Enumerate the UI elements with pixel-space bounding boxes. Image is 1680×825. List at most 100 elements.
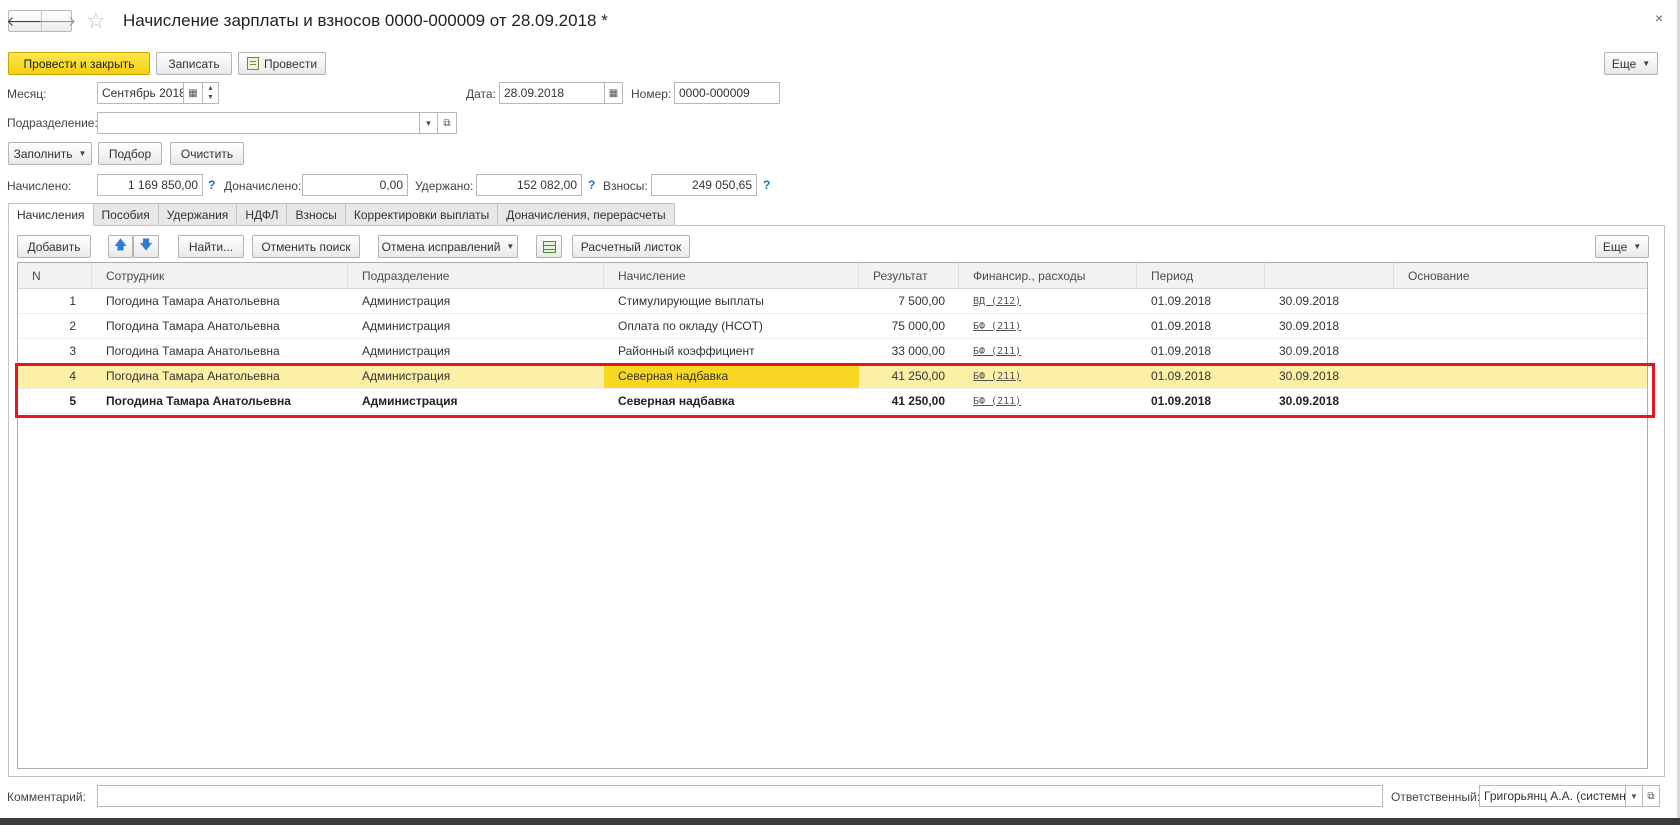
period-from-cell: 01.09.2018: [1151, 319, 1212, 333]
contrib-value: 249 050,65: [651, 174, 757, 196]
move-up-icon[interactable]: 🡅: [108, 235, 133, 258]
move-down-icon[interactable]: 🡇: [133, 235, 159, 258]
contrib-help-icon[interactable]: ?: [763, 178, 770, 192]
basis-cell: [1394, 389, 1649, 413]
more-actions-button[interactable]: Еще ▼: [1604, 52, 1658, 75]
accrual-cell: Северная надбавка: [618, 394, 735, 408]
withheld-label: Удержано:: [415, 179, 474, 193]
column-header-period[interactable]: Период: [1137, 263, 1265, 289]
tab-contributions[interactable]: Взносы: [287, 203, 346, 226]
column-header-employee[interactable]: Сотрудник: [92, 263, 348, 289]
responsible-field[interactable]: Григорьянц А.А. (системн: [1479, 785, 1626, 807]
department-cell: Администрация: [362, 319, 451, 333]
responsible-label: Ответственный:: [1391, 790, 1481, 804]
month-field[interactable]: Сентябрь 2018: [97, 82, 184, 104]
open-link-icon[interactable]: ⧉: [437, 112, 457, 134]
tab-payment-corrections[interactable]: Корректировки выплаты: [345, 203, 499, 226]
save-button[interactable]: Записать: [156, 52, 232, 75]
accrual-cell-active[interactable]: Северная надбавка: [604, 364, 859, 388]
chevron-down-icon: ▼: [1633, 242, 1642, 251]
month-stepper[interactable]: ▲ ▼: [202, 82, 219, 104]
accrual-cell: Стимулирующие выплаты: [618, 294, 764, 308]
employee-cell: Погодина Тамара Анатольевна: [106, 394, 291, 408]
withheld-help-icon[interactable]: ?: [588, 178, 595, 192]
column-header-department[interactable]: Подразделение: [348, 263, 604, 289]
finance-link[interactable]: ВД (212): [973, 296, 1021, 307]
forward-arrow-icon[interactable]: 🡒: [39, 11, 76, 31]
comment-field[interactable]: [97, 785, 1383, 807]
cancel-corrections-label: Отмена исправлений: [381, 239, 501, 254]
table-more-label: Еще: [1602, 239, 1628, 254]
chevron-down-icon: ▼: [1642, 59, 1651, 68]
employee-cell: Погодина Тамара Анатольевна: [106, 369, 280, 383]
table-row[interactable]: 2 Погодина Тамара Анатольевна Администра…: [18, 314, 1647, 339]
fill-label: Заполнить: [13, 146, 73, 161]
chevron-down-icon: ▼: [78, 149, 87, 158]
withheld-value: 152 082,00: [476, 174, 582, 196]
close-icon[interactable]: ×: [1655, 10, 1663, 26]
column-header-n[interactable]: N: [18, 263, 92, 289]
row-number: 4: [69, 369, 76, 383]
department-dropdown-icon[interactable]: ▼: [419, 112, 438, 134]
finance-link[interactable]: БФ (211): [973, 346, 1021, 357]
column-header-basis[interactable]: Основание: [1394, 263, 1649, 289]
basis-cell: [1394, 314, 1649, 338]
clear-button[interactable]: Очистить: [170, 142, 244, 165]
post-doc-icon: [246, 57, 259, 70]
row-number: 1: [69, 294, 76, 308]
accrued-help-icon[interactable]: ?: [208, 178, 215, 192]
calendar-icon[interactable]: ▦: [183, 82, 203, 104]
accruals-table[interactable]: N Сотрудник Подразделение Начисление Рез…: [17, 262, 1648, 769]
post-and-close-button[interactable]: Провести и закрыть: [8, 52, 150, 75]
tab-recalculations[interactable]: Доначисления, перерасчеты: [498, 203, 675, 226]
date-calendar-icon[interactable]: ▦: [604, 82, 623, 104]
post-button[interactable]: Провести: [238, 52, 326, 75]
column-header-finance[interactable]: Финансир., расходы: [959, 263, 1137, 289]
result-cell: 75 000,00: [891, 319, 945, 333]
cancel-search-button[interactable]: Отменить поиск: [252, 235, 360, 258]
basis-cell: [1394, 339, 1649, 363]
department-label: Подразделение:: [7, 116, 98, 130]
period-to-cell: 30.09.2018: [1279, 369, 1340, 383]
finance-link[interactable]: БФ (211): [973, 396, 1021, 407]
back-arrow-icon[interactable]: 🡐: [6, 11, 44, 31]
date-label: Дата:: [466, 87, 496, 101]
department-field[interactable]: [97, 112, 420, 134]
table-row[interactable]: 3 Погодина Тамара Анатольевна Администра…: [18, 339, 1647, 364]
tab-ndfl[interactable]: НДФЛ: [237, 203, 288, 226]
table-row-new[interactable]: 5 Погодина Тамара Анатольевна Администра…: [18, 389, 1647, 414]
number-field[interactable]: 0000-000009: [674, 82, 780, 104]
responsible-dropdown-icon[interactable]: ▼: [1625, 785, 1643, 807]
history-nav: 🡐 🡒: [6, 10, 76, 32]
table-row-selected[interactable]: 4 Погодина Тамара Анатольевна Администра…: [18, 364, 1647, 389]
table-row[interactable]: 1 Погодина Тамара Анатольевна Администра…: [18, 289, 1647, 314]
payslip-button[interactable]: Расчетный листок: [572, 235, 690, 258]
column-header-period-end[interactable]: [1265, 263, 1394, 289]
table-more-button[interactable]: Еще ▼: [1595, 235, 1649, 258]
department-cell: Администрация: [362, 344, 451, 358]
tab-deductions[interactable]: Удержания: [158, 203, 238, 226]
favorite-star-icon[interactable]: ☆: [86, 9, 106, 33]
date-field[interactable]: 28.09.2018: [499, 82, 605, 104]
column-header-accrual[interactable]: Начисление: [604, 263, 859, 289]
find-button[interactable]: Найти...: [178, 235, 244, 258]
cancel-corrections-button[interactable]: Отмена исправлений ▼: [378, 235, 518, 258]
window-title: Начисление зарплаты и взносов 0000-00000…: [123, 11, 608, 30]
finance-link[interactable]: БФ (211): [973, 321, 1021, 332]
responsible-open-icon[interactable]: ⧉: [1642, 785, 1660, 807]
spreadsheet-icon[interactable]: [536, 235, 562, 258]
result-cell: 41 250,00: [891, 394, 945, 408]
tab-accruals[interactable]: Начисления: [8, 203, 94, 226]
result-cell: 41 250,00: [891, 369, 945, 383]
column-header-result[interactable]: Результат: [859, 263, 959, 289]
finance-link[interactable]: БФ (211): [973, 371, 1021, 382]
period-to-cell: 30.09.2018: [1279, 319, 1340, 333]
accrual-cell: Районный коэффициент: [618, 344, 755, 358]
fill-button[interactable]: Заполнить ▼: [8, 142, 92, 165]
add-row-button[interactable]: Добавить: [17, 235, 91, 258]
tabs-bar: Начисления Пособия Удержания НДФЛ Взносы…: [8, 203, 675, 226]
row-number: 5: [69, 394, 76, 408]
pick-button[interactable]: Подбор: [98, 142, 162, 165]
tab-benefits[interactable]: Пособия: [93, 203, 159, 226]
employee-cell: Погодина Тамара Анатольевна: [106, 319, 280, 333]
